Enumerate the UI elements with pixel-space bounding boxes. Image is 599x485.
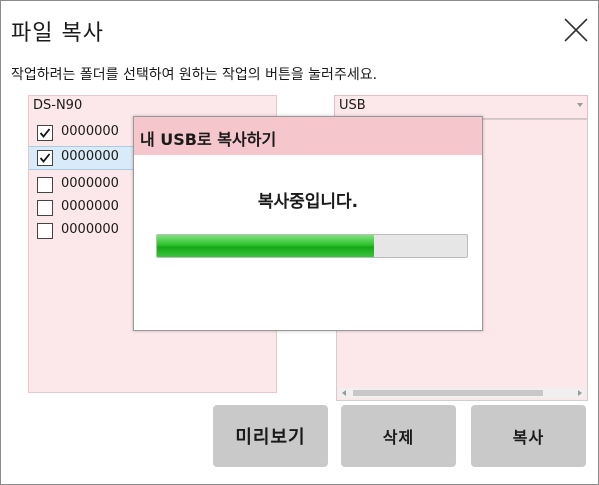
destination-dropdown-value: USB	[339, 98, 366, 113]
folder-label: 0000000	[61, 222, 119, 237]
file-copy-window: 파일 복사 작업하려는 폴더를 선택하여 원하는 작업의 버튼을 눌러주세요. …	[0, 0, 599, 485]
chevron-down-icon	[577, 103, 583, 107]
copy-progress-dialog: 내 USB로 복사하기 복사중입니다.	[133, 116, 483, 331]
delete-button[interactable]: 삭제	[341, 405, 456, 467]
dialog-title: 내 USB로 복사하기	[140, 130, 277, 149]
folder-label: 0000000	[61, 124, 119, 139]
folder-checkbox[interactable]	[37, 177, 53, 193]
close-icon[interactable]	[563, 17, 589, 43]
scroll-right-icon[interactable]	[578, 390, 582, 396]
scroll-left-icon[interactable]	[342, 390, 346, 396]
folder-checkbox[interactable]	[37, 200, 53, 216]
folder-checkbox[interactable]	[37, 125, 53, 141]
horizontal-scrollbar[interactable]	[339, 388, 585, 398]
instruction-text: 작업하려는 폴더를 선택하여 원하는 작업의 버튼을 눌러주세요.	[11, 67, 378, 83]
source-device-label: DS-N90	[33, 98, 83, 113]
folder-checkbox[interactable]	[37, 150, 53, 166]
folder-label: 0000000	[61, 199, 119, 214]
window-title: 파일 복사	[11, 21, 104, 46]
progress-bar	[156, 234, 468, 258]
preview-button[interactable]: 미리보기	[213, 405, 328, 467]
title-bar: 파일 복사	[1, 1, 598, 57]
folder-label: 0000000	[61, 149, 119, 164]
folder-checkbox[interactable]	[37, 223, 53, 239]
copy-button[interactable]: 복사	[471, 405, 586, 467]
scrollbar-thumb[interactable]	[353, 390, 543, 396]
folder-label: 0000000	[61, 176, 119, 191]
dialog-header: 내 USB로 복사하기	[134, 117, 482, 155]
dialog-message: 복사중입니다.	[257, 192, 359, 212]
progress-bar-fill	[157, 235, 374, 257]
